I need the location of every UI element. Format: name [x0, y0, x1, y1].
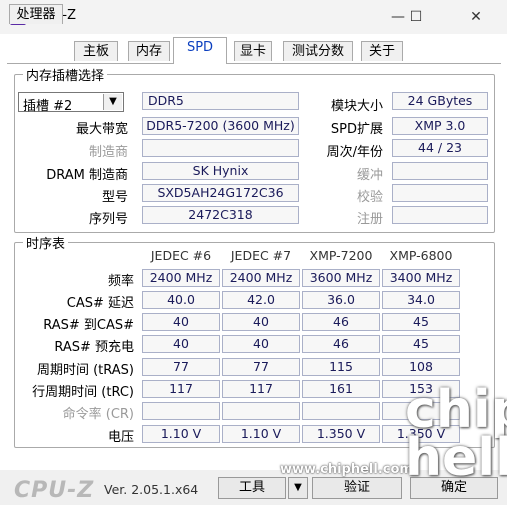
timing-cell: 117 — [222, 380, 300, 398]
timing-cell: 1.10 V — [142, 425, 220, 443]
timings-group-title: 时序表 — [23, 233, 69, 252]
tab-memory[interactable]: 内存 — [128, 41, 170, 61]
timing-cell: 117 — [142, 380, 220, 398]
buffered-field — [392, 162, 488, 180]
correction-label: 校验 — [356, 190, 383, 205]
timing-cell: 40 — [222, 313, 300, 331]
timing-cell: 45 — [382, 335, 460, 353]
timing-row-label: 频率 — [107, 274, 134, 289]
serial-number-field: 2472C318 — [142, 206, 299, 224]
slot-select-value: 插槽 #2 — [23, 99, 73, 114]
timing-cell: 108 — [382, 358, 460, 376]
col-header-xmp7200: XMP-7200 — [309, 248, 373, 263]
tab-bench[interactable]: 测试分数 — [283, 41, 353, 61]
tab-graphics[interactable]: 显卡 — [234, 41, 272, 61]
maximize-button[interactable]: ☐ — [396, 3, 436, 31]
timing-row-label: CAS# 延迟 — [66, 296, 134, 311]
cpuz-brand-logo: CPU-Z — [14, 478, 95, 503]
timing-cell: 40.0 — [142, 291, 220, 309]
tab-about[interactable]: 关于 — [361, 41, 403, 61]
tools-button[interactable]: 工具 — [218, 477, 286, 499]
timing-row-label: 周期时间 (tRAS) — [36, 363, 134, 378]
buffered-label: 缓冲 — [356, 168, 383, 183]
close-button[interactable]: ✕ — [456, 3, 496, 31]
timing-cell: 115 — [302, 358, 380, 376]
timing-cell: 77 — [222, 358, 300, 376]
chevron-down-icon[interactable]: ▼ — [103, 94, 122, 110]
tab-spd[interactable]: SPD — [173, 37, 227, 64]
timing-row-label: RAS# 到CAS# — [43, 318, 134, 333]
timing-cell: 42.0 — [222, 291, 300, 309]
col-header-xmp6800: XMP-6800 — [389, 248, 453, 263]
timing-cell: 2400 MHz — [142, 269, 220, 287]
col-header-jedec6: JEDEC #6 — [150, 248, 212, 263]
max-bandwidth-field: DDR5-7200 (3600 MHz) — [142, 117, 299, 135]
watermark-url: www.chiphell.com — [280, 462, 413, 477]
part-number-field: SXD5AH24G172C36 — [142, 184, 299, 202]
timing-cell: 46 — [302, 335, 380, 353]
slot-select[interactable]: 插槽 #2 ▼ — [18, 92, 124, 114]
watermark-logo: chiphell — [405, 380, 507, 488]
timing-cell — [222, 402, 300, 420]
tools-dropdown-arrow-icon[interactable]: ▼ — [288, 477, 308, 499]
timing-cell: 3400 MHz — [382, 269, 460, 287]
week-year-field: 44 / 23 — [392, 139, 488, 157]
correction-field — [392, 184, 488, 202]
part-number-label: 型号 — [101, 190, 128, 205]
spd-ext-label: SPD扩展 — [330, 122, 383, 137]
timing-cell: 46 — [302, 313, 380, 331]
module-size-label: 模块大小 — [330, 99, 383, 114]
timing-cell: 45 — [382, 313, 460, 331]
spd-ext-field: XMP 3.0 — [392, 117, 488, 135]
manufacturer-field — [142, 139, 299, 157]
col-header-jedec7: JEDEC #7 — [230, 248, 292, 263]
title-bar: CPU-Z — ☐ ✕ — [0, 0, 507, 34]
version-text: Ver. 2.05.1.x64 — [104, 482, 199, 497]
timing-cell: 1.10 V — [222, 425, 300, 443]
timing-cell: 161 — [302, 380, 380, 398]
timing-cell: 77 — [142, 358, 220, 376]
manufacturer-label: 制造商 — [88, 145, 128, 160]
tab-processor[interactable]: 处理器 — [9, 4, 63, 24]
dram-manufacturer-label: DRAM 制造商 — [46, 168, 128, 183]
timing-row-label: 行周期时间 (tRC) — [32, 385, 134, 400]
timing-cell: 40 — [142, 335, 220, 353]
slot-group-title: 内存插槽选择 — [23, 65, 108, 84]
tab-divider — [7, 63, 501, 64]
timing-cell: 2400 MHz — [222, 269, 300, 287]
registered-label: 注册 — [356, 212, 383, 227]
timing-cell: 3600 MHz — [302, 269, 380, 287]
registered-field — [392, 206, 488, 224]
timing-row-label: 命令率 (CR) — [62, 407, 134, 422]
module-size-field: 24 GBytes — [392, 92, 488, 110]
validate-button[interactable]: 验证 — [312, 477, 402, 499]
timing-cell: 36.0 — [302, 291, 380, 309]
timing-cell — [142, 402, 220, 420]
week-year-label: 周次/年份 — [326, 145, 383, 160]
timing-cell: 40 — [142, 313, 220, 331]
timing-cell: 34.0 — [382, 291, 460, 309]
timing-cell — [302, 402, 380, 420]
timing-cell: 40 — [222, 335, 300, 353]
module-type-field: DDR5 — [142, 92, 299, 110]
timing-row-label: RAS# 预充电 — [54, 340, 134, 355]
timing-cell: 1.350 V — [302, 425, 380, 443]
dram-manufacturer-field: SK Hynix — [142, 162, 299, 180]
timing-row-label: 电压 — [107, 430, 134, 445]
serial-number-label: 序列号 — [88, 212, 128, 227]
max-bandwidth-label: 最大带宽 — [75, 122, 128, 137]
tab-mainboard[interactable]: 主板 — [74, 41, 118, 61]
